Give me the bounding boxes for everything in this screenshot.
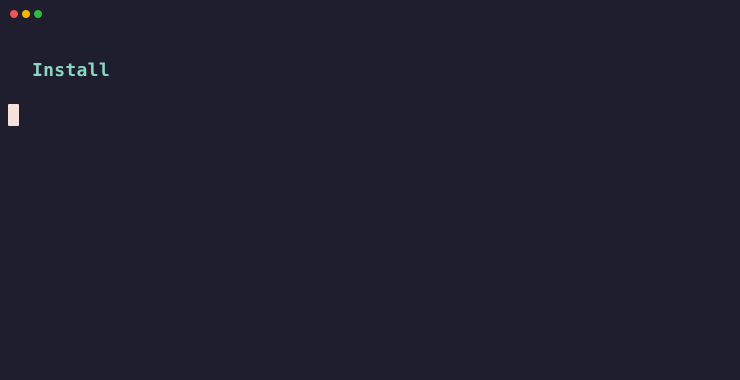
terminal-window: Install — [0, 0, 740, 380]
cursor-icon — [8, 104, 19, 126]
terminal-output[interactable]: Install — [0, 0, 740, 380]
install-heading: Install — [32, 60, 110, 81]
